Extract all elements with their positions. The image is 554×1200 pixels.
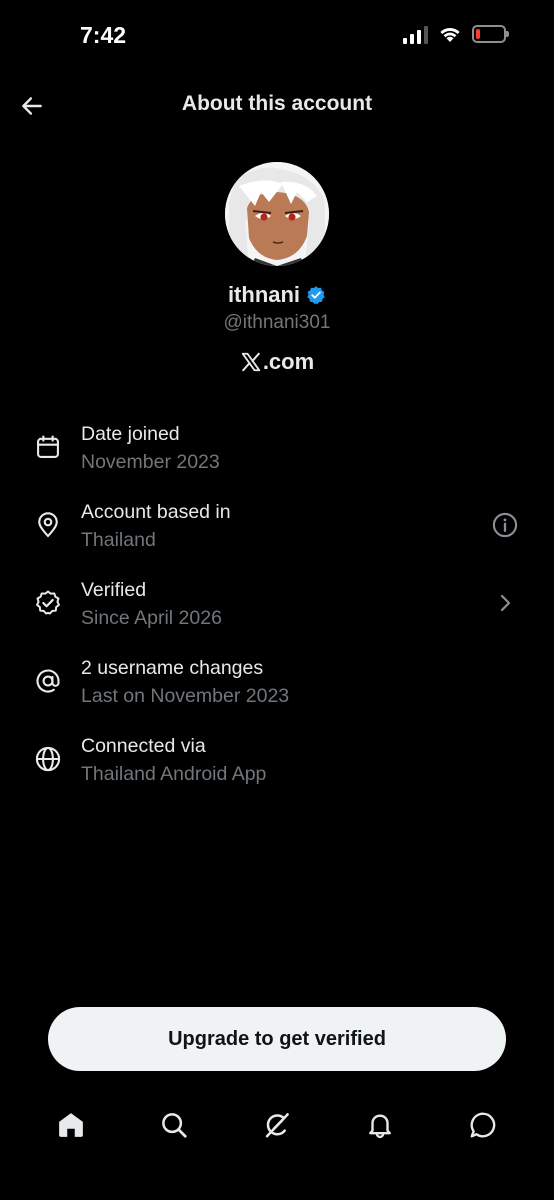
status-icons — [403, 24, 509, 44]
status-time: 7:42 — [80, 22, 127, 48]
verified-badge-outline-icon — [33, 588, 63, 618]
nav-notifications[interactable] — [358, 1103, 402, 1147]
info-icon[interactable] — [490, 510, 520, 540]
top-app-bar: About this account — [0, 80, 554, 130]
location-pin-icon — [33, 510, 63, 540]
calendar-icon — [33, 432, 63, 462]
detail-title: Date joined — [81, 423, 180, 445]
battery-icon — [472, 25, 509, 43]
detail-value: Since April 2026 — [81, 607, 222, 629]
detail-username-changes: 2 username changes Last on November 2023 — [0, 650, 554, 728]
nav-grok[interactable] — [255, 1103, 299, 1147]
avatar — [225, 162, 329, 266]
detail-title: Verified — [81, 579, 147, 601]
detail-connected-via: Connected via Thailand Android App — [0, 728, 554, 806]
bell-icon — [368, 1114, 391, 1138]
cellular-signal-icon — [403, 24, 428, 44]
battery-level — [476, 29, 480, 39]
handle: @ithnani301 — [223, 312, 331, 333]
grok-icon — [265, 1113, 289, 1138]
detail-title: 2 username changes — [81, 657, 264, 679]
about-account-screen: 7:42 About this account ithnani @ithnani… — [0, 0, 554, 1200]
wifi-icon — [440, 27, 460, 42]
detail-value: Thailand Android App — [81, 763, 267, 785]
upgrade-button-label: Upgrade to get verified — [168, 1027, 386, 1050]
nav-home[interactable] — [49, 1103, 93, 1147]
status-bar: 7:42 — [0, 0, 554, 70]
detail-value: Thailand — [81, 529, 156, 551]
detail-value: Last on November 2023 — [81, 685, 290, 707]
bottom-nav — [0, 1095, 554, 1155]
globe-icon — [33, 744, 63, 774]
home-icon — [59, 1113, 84, 1137]
detail-value: November 2023 — [81, 451, 220, 473]
messages-icon — [470, 1112, 495, 1138]
at-sign-icon — [33, 666, 63, 696]
detail-title: Account based in — [81, 501, 231, 523]
upgrade-to-verified-button[interactable]: Upgrade to get verified — [48, 1007, 506, 1071]
detail-verified[interactable]: Verified Since April 2026 — [0, 572, 554, 650]
chevron-right-icon[interactable] — [490, 588, 520, 618]
verified-badge-icon — [307, 286, 325, 304]
nav-messages[interactable] — [461, 1103, 505, 1147]
avatar-image — [225, 162, 329, 266]
source-link[interactable]: .com — [0, 349, 554, 375]
account-details-list: Date joined November 2023 Account based … — [0, 416, 554, 806]
detail-title: Connected via — [81, 735, 206, 757]
x-logo-icon — [241, 352, 260, 372]
nav-search[interactable] — [152, 1103, 196, 1147]
detail-date-joined: Date joined November 2023 — [0, 416, 554, 494]
search-icon — [162, 1113, 187, 1138]
display-name: ithnani — [227, 282, 301, 307]
source-text: .com — [262, 349, 315, 374]
detail-account-based-in: Account based in Thailand — [0, 494, 554, 572]
display-name-row: ithnani — [0, 282, 554, 308]
page-title: About this account — [181, 92, 373, 115]
